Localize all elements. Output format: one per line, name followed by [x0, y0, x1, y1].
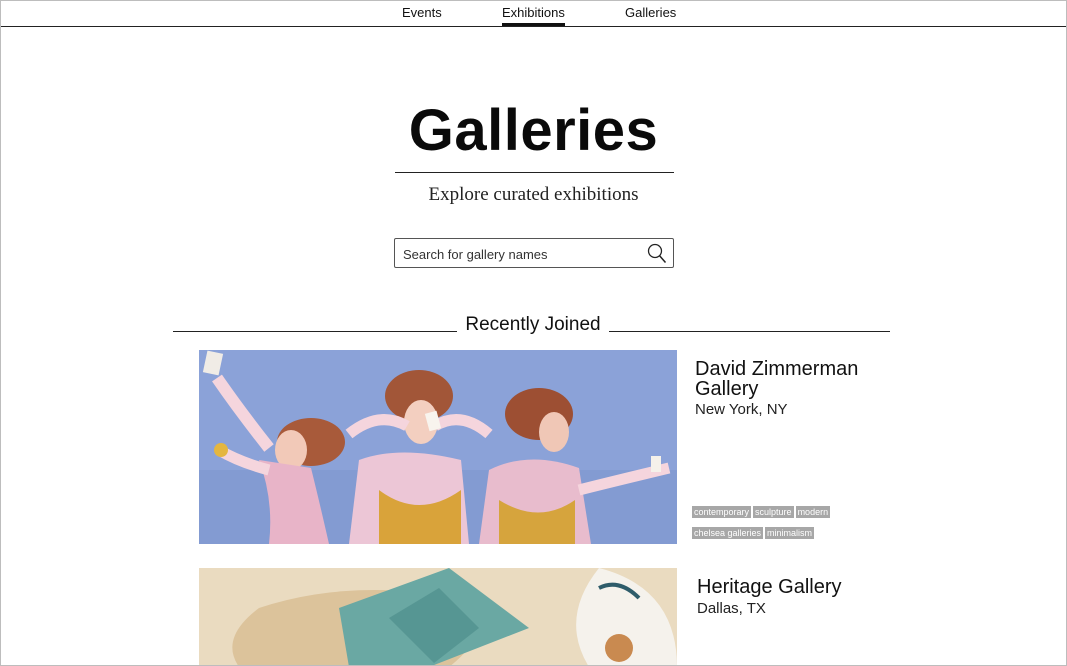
- section-divider-left: [173, 331, 457, 332]
- gallery-card: Heritage Gallery Dallas, TX: [199, 568, 879, 666]
- tag[interactable]: modern: [795, 506, 831, 518]
- nav-item-exhibitions[interactable]: Exhibitions: [502, 5, 565, 26]
- nav-item-galleries[interactable]: Galleries: [625, 5, 676, 20]
- gallery-location: Dallas, TX: [697, 600, 766, 617]
- section-divider-right: [609, 331, 890, 332]
- gallery-name[interactable]: David Zimmerman Gallery: [695, 359, 875, 399]
- gallery-name[interactable]: Heritage Gallery: [697, 577, 877, 597]
- tag[interactable]: chelsea galleries: [692, 527, 764, 539]
- title-divider: [395, 172, 674, 173]
- tag[interactable]: contemporary: [692, 506, 752, 518]
- nav-item-events[interactable]: Events: [402, 5, 442, 20]
- gallery-card: David Zimmerman Gallery New York, NY con…: [199, 350, 879, 544]
- search-box: [394, 238, 674, 268]
- page-title: Galleries: [408, 98, 659, 163]
- tag-list: contemporary sculpture modern chelsea galle…: [692, 502, 862, 544]
- tag[interactable]: minimalism: [765, 527, 815, 539]
- gallery-location: New York, NY: [695, 401, 788, 418]
- gallery-image[interactable]: [199, 350, 677, 544]
- section-title: Recently Joined: [465, 314, 601, 335]
- search-icon[interactable]: [647, 243, 667, 264]
- search-input[interactable]: [403, 244, 643, 264]
- top-nav: Events Exhibitions Galleries: [1, 1, 1066, 27]
- page-frame: Events Exhibitions Galleries Galleries E…: [0, 0, 1067, 666]
- page-subtitle: Explore curated exhibitions: [428, 184, 639, 205]
- gallery-image[interactable]: [199, 568, 677, 666]
- tag[interactable]: sculpture: [753, 506, 794, 518]
